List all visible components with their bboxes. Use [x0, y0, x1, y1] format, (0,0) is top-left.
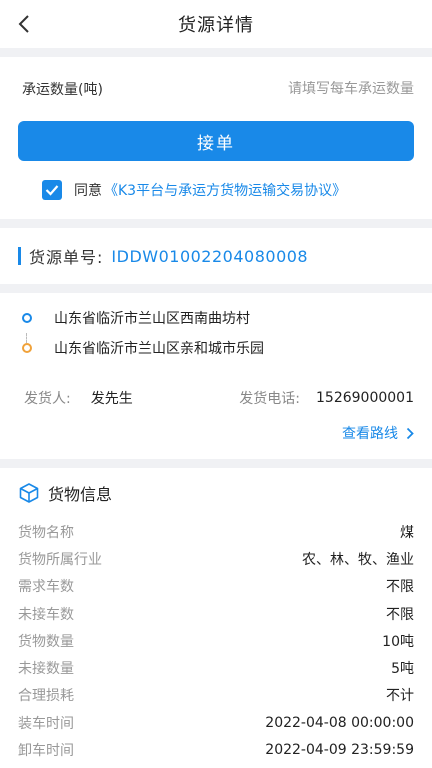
goods-row-label: 货物数量 [18, 633, 74, 650]
view-route-link[interactable]: 查看路线 [0, 423, 432, 459]
goods-row-value: 农、林、牧、渔业 [302, 551, 414, 568]
goods-row-label: 卸车时间 [18, 743, 74, 760]
shipper-row: 发货人: 发先生 发货电话: 15269000001 [0, 373, 432, 423]
origin-dot-icon [22, 313, 32, 323]
goods-row-value: 煤 [400, 524, 414, 541]
goods-row-label: 货物所属行业 [18, 551, 102, 568]
destination-address-row: 山东省临沂市兰山区亲和城市乐园 [22, 333, 432, 363]
goods-row-label: 未接数量 [18, 661, 74, 678]
destination-dot-icon [22, 343, 32, 353]
goods-row: 合理损耗 不计 [18, 682, 414, 709]
quantity-input[interactable] [214, 81, 414, 97]
page-title: 货源详情 [178, 15, 254, 36]
goods-row: 货物所属行业 农、林、牧、渔业 [18, 545, 414, 572]
route-connector [26, 333, 27, 343]
route: 山东省临沂市兰山区西南曲坊村 山东省临沂市兰山区亲和城市乐园 [0, 293, 432, 363]
shipper-phone-label: 发货电话: [239, 391, 301, 407]
origin-address: 山东省临沂市兰山区西南曲坊村 [54, 311, 250, 327]
goods-row: 货物名称 煤 [18, 518, 414, 545]
accept-order-button[interactable]: 接单 [18, 121, 414, 161]
goods-row-value: 不限 [386, 579, 414, 596]
goods-card: 货物信息 货物名称煤货物所属行业 农、林、牧、渔业 需求车数 不限 未接车数 不限 货物数量… [0, 468, 432, 768]
goods-row: 卸车时间 2022-04-09 23:59:59 [18, 736, 414, 763]
agreement-checkbox[interactable] [42, 180, 62, 200]
goods-title: 货物信息 [48, 485, 113, 504]
chevron-right-icon [406, 427, 414, 440]
accept-card: 承运数量(吨) 接单 同意 《K3平台与承运方货物运输交易协议》 [0, 57, 432, 219]
shipper-phone[interactable]: 15269000001 [316, 390, 414, 406]
goods-row: 货物数量 10吨 [18, 627, 414, 654]
goods-row-label: 未接车数 [18, 606, 74, 623]
shipper-name: 发先生 [90, 391, 133, 407]
box-icon [19, 483, 39, 503]
agreement-prefix: 同意 [74, 183, 102, 199]
order-number: IDDW01002204080008 [111, 246, 309, 266]
header: 货源详情 [0, 0, 432, 48]
agreement-row: 同意 《K3平台与承运方货物运输交易协议》 [0, 161, 432, 219]
shipper-name-label: 发货人: [24, 391, 71, 407]
check-icon [45, 185, 59, 196]
goods-row-value: 2022-04-08 00:00:00 [265, 714, 414, 731]
goods-list: 货物名称煤货物所属行业 农、林、牧、渔业 需求车数 不限 未接车数 不限 货物数量 10吨 未接… [0, 518, 432, 768]
origin-address-row: 山东省临沂市兰山区西南曲坊村 [22, 303, 432, 333]
goods-row-label: 货物名称 [18, 524, 74, 541]
view-route-label: 查看路线 [342, 426, 398, 442]
goods-row: 运输距离10.71公里 [18, 764, 414, 768]
order-card: 货源单号: IDDW01002204080008 [0, 228, 432, 284]
goods-row: 未接车数 不限 [18, 600, 414, 627]
order-number-label: 货源单号: [29, 248, 104, 267]
quantity-row: 承运数量(吨) [0, 57, 432, 121]
agreement-link[interactable]: 《K3平台与承运方货物运输交易协议》 [104, 180, 346, 200]
goods-row-label: 需求车数 [18, 579, 74, 596]
goods-row: 未接数量 5吨 [18, 654, 414, 681]
goods-row: 装车时间 2022-04-08 00:00:00 [18, 709, 414, 736]
goods-row-value: 不计 [386, 688, 414, 705]
goods-row-value: 不限 [386, 606, 414, 623]
goods-row-label: 合理损耗 [18, 688, 74, 705]
destination-address: 山东省临沂市兰山区亲和城市乐园 [54, 341, 264, 357]
back-button[interactable] [12, 10, 36, 38]
goods-row-value: 5吨 [391, 661, 414, 678]
chevron-left-icon [18, 15, 29, 33]
quantity-label: 承运数量(吨) [22, 82, 103, 98]
order-number-row: 货源单号: IDDW01002204080008 [0, 228, 432, 284]
goods-row-label: 装车时间 [18, 715, 74, 732]
goods-row-value: 10吨 [382, 633, 414, 650]
goods-row-value: 2022-04-09 23:59:59 [265, 742, 414, 759]
section-marker [18, 247, 21, 265]
goods-header: 货物信息 [0, 468, 432, 518]
route-card: 山东省临沂市兰山区西南曲坊村 山东省临沂市兰山区亲和城市乐园 发货人: 发先生 … [0, 293, 432, 459]
goods-row: 需求车数 不限 [18, 573, 414, 600]
